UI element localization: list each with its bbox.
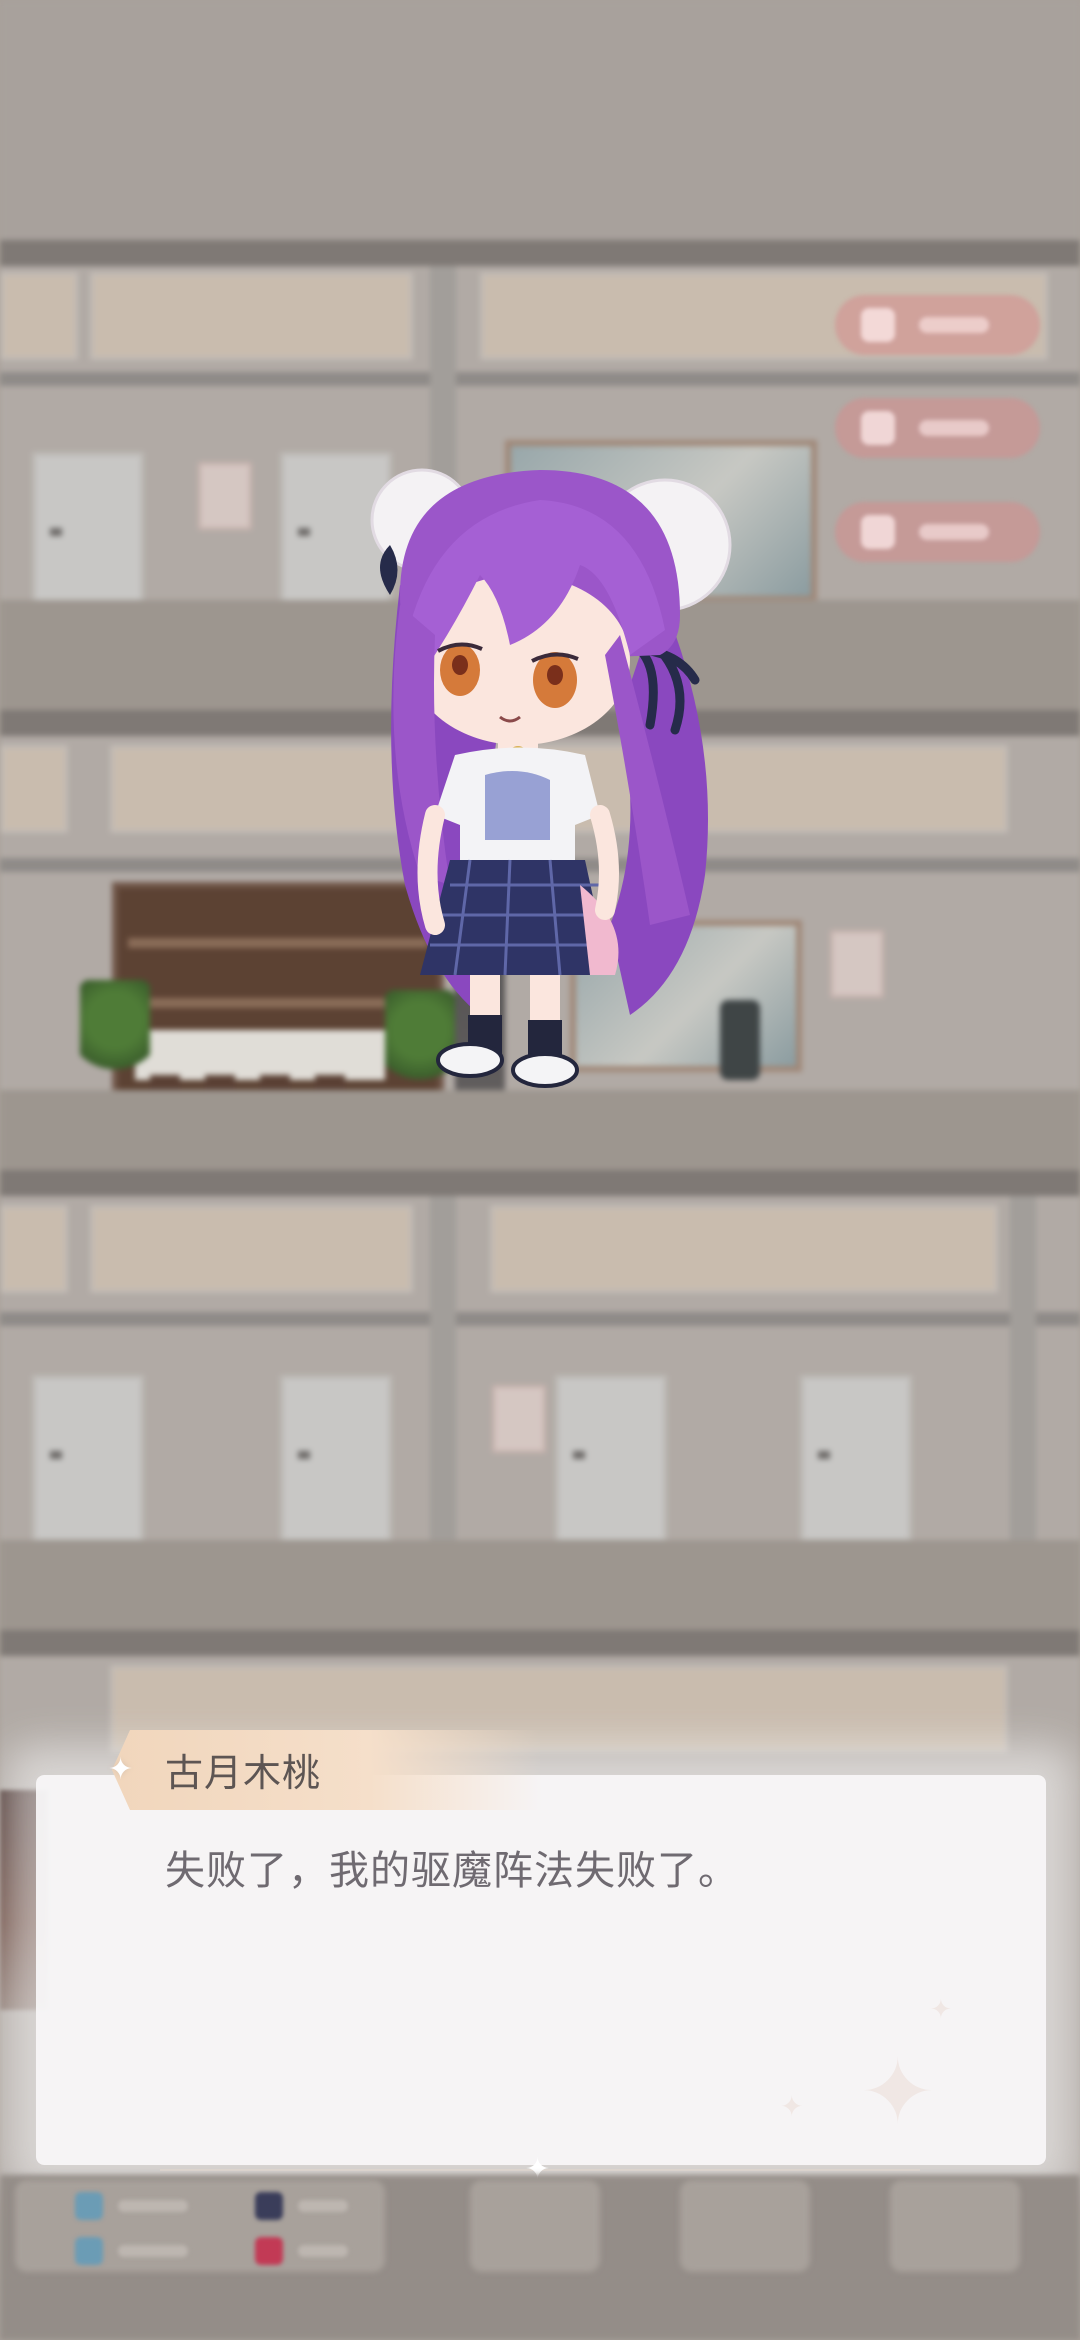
side-button-label: [919, 317, 989, 333]
wall-panel: [90, 1205, 413, 1293]
floor-ground: [0, 1540, 1080, 1640]
door: [800, 1375, 912, 1543]
ticket-icon: [255, 2237, 283, 2265]
sparkle-icon: ✦: [108, 1752, 134, 1787]
wall-rail: [0, 1312, 1080, 1326]
side-button-label: [919, 524, 989, 540]
door: [32, 452, 144, 620]
sparkle-icon: ✦: [930, 1995, 952, 2025]
speaker-name: 古月木桃: [165, 1751, 322, 1795]
resource-value: [298, 2200, 348, 2212]
coin-icon: [75, 2237, 103, 2265]
ceiling: [0, 0, 1080, 240]
shop-basket-button[interactable]: [680, 2180, 810, 2272]
side-action-button-1[interactable]: [835, 295, 1040, 355]
gift-icon: [861, 411, 895, 445]
pillar: [430, 1196, 456, 1556]
side-action-button-3[interactable]: [835, 502, 1040, 562]
wall-panel: [0, 745, 68, 833]
resource-panel: [15, 2180, 385, 2272]
wall-panel: [0, 272, 78, 360]
door: [32, 1375, 144, 1543]
pillar: [1010, 1196, 1036, 1556]
chibi-character[interactable]: [360, 455, 760, 1095]
resource-value: [298, 2245, 348, 2257]
wall-rail: [0, 372, 1080, 386]
bottom-menu-button[interactable]: [470, 2180, 600, 2272]
door: [555, 1375, 667, 1543]
resource-value: [118, 2245, 188, 2257]
gem-icon: [75, 2192, 103, 2220]
heart-icon: [861, 308, 895, 342]
wall-panel: [90, 272, 413, 360]
poster: [198, 462, 252, 530]
heart-icon: [255, 2192, 283, 2220]
floor-ground: [0, 1090, 1080, 1170]
sparkle-icon: ✦: [780, 2090, 804, 2123]
dialogue-text: 失败了，我的驱魔阵法失败了。: [165, 1848, 739, 1894]
floor-beam: [0, 1630, 1080, 1656]
poster: [492, 1385, 546, 1453]
profile-button[interactable]: [890, 2180, 1020, 2272]
chat-icon: [861, 515, 895, 549]
floor-beam: [0, 240, 1080, 266]
door: [280, 1375, 392, 1543]
cafe-counter: [135, 1030, 385, 1080]
side-button-label: [919, 420, 989, 436]
sparkle-icon: ✦: [860, 2040, 936, 2145]
resource-value: [118, 2200, 188, 2212]
poster: [830, 930, 884, 998]
wall-panel: [0, 1205, 68, 1293]
plant: [80, 980, 150, 1080]
side-action-button-2[interactable]: [835, 398, 1040, 458]
floor-beam: [0, 1170, 1080, 1196]
wall-panel: [490, 1205, 998, 1293]
